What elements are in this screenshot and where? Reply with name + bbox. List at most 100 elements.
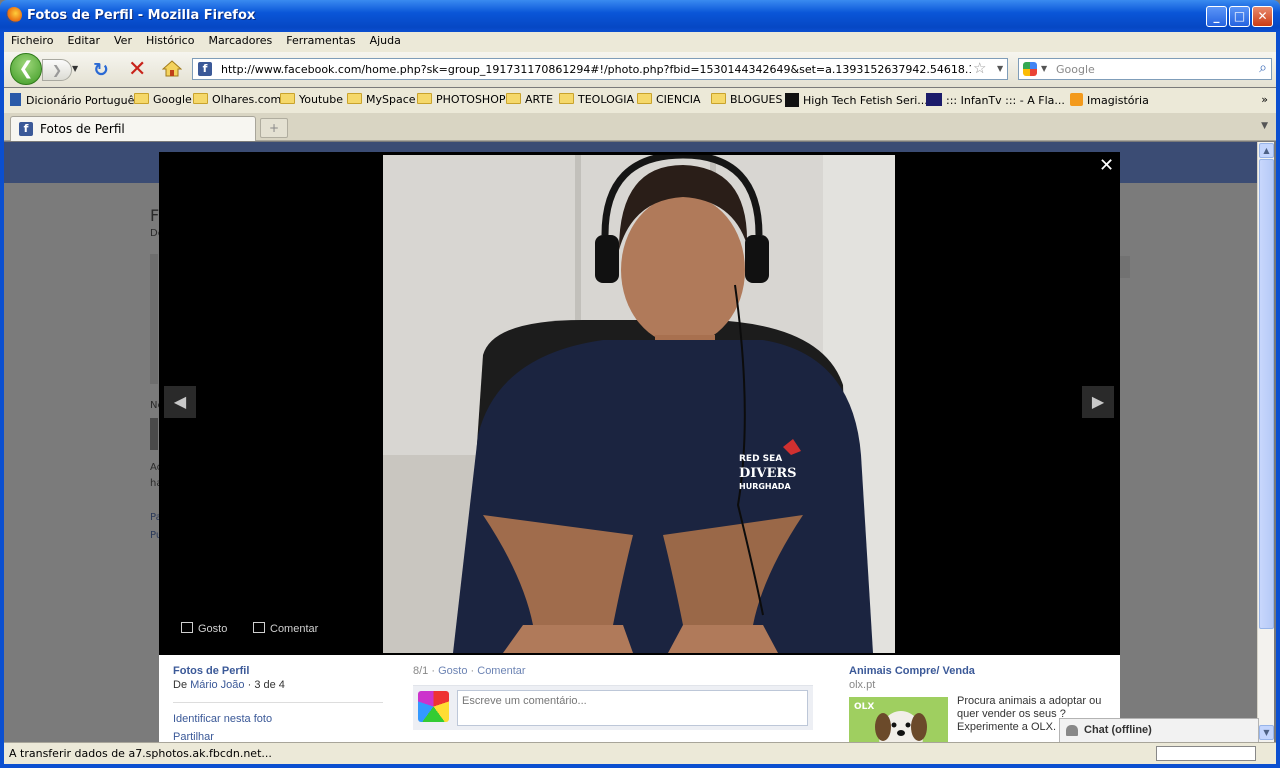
folder-icon [193, 93, 208, 104]
bookmark-blogues[interactable]: BLOGUES [711, 93, 782, 106]
bookmark-photoshop[interactable]: PHOTOSHOP [417, 93, 506, 106]
forward-button[interactable]: ❯ [42, 59, 72, 81]
tab-strip: f Fotos de Perfil + ▼ [4, 113, 1276, 141]
avatar [418, 691, 449, 722]
bookmark-myspace[interactable]: MySpace [347, 93, 416, 106]
search-box[interactable]: ▼ Google ⌕ [1018, 58, 1272, 80]
like-link[interactable]: Gosto [438, 665, 467, 677]
photo-meta: 8/1 · Gosto · Comentar [413, 665, 526, 677]
menu-ferramentas[interactable]: Ferramentas [279, 32, 362, 49]
window-frame-bottom [0, 764, 1280, 768]
comment-bubble-icon [253, 622, 265, 633]
bookmark-star-icon[interactable]: ☆ [973, 59, 986, 77]
bookmarks-toolbar: Dicionário Português Google Olhares.com … [4, 88, 1276, 113]
bookmark-google[interactable]: Google [134, 93, 192, 106]
menu-editar[interactable]: Editar [60, 32, 107, 49]
firefox-icon [6, 7, 22, 23]
minimize-button[interactable]: _ [1206, 6, 1227, 27]
chat-label: Chat (offline) [1084, 724, 1152, 736]
shirt-print-line: RED SEA [739, 454, 782, 464]
menu-marcadores[interactable]: Marcadores [201, 32, 279, 49]
bookmark-ciencia[interactable]: CIENCIA [637, 93, 701, 106]
folder-icon [559, 93, 574, 104]
home-icon[interactable] [162, 60, 182, 77]
menu-historico[interactable]: Histórico [139, 32, 201, 49]
folder-icon [134, 93, 149, 104]
stop-icon[interactable]: ✕ [128, 57, 146, 82]
google-engine-icon[interactable] [1023, 62, 1037, 76]
previous-photo-button[interactable]: ◀ [164, 386, 196, 418]
background-box [150, 254, 158, 384]
url-bar[interactable]: f http://www.facebook.com/home.php?sk=gr… [192, 58, 1008, 80]
folder-icon [506, 93, 521, 104]
menu-ajuda[interactable]: Ajuda [363, 32, 408, 49]
url-dropdown-icon[interactable]: ▼ [997, 64, 1003, 73]
comment-input[interactable]: Escreve um comentário... [457, 690, 808, 726]
bookmark-teologia[interactable]: TEOLOGIA [559, 93, 634, 106]
menu-ficheiro[interactable]: Ficheiro [4, 32, 60, 49]
folder-icon [280, 93, 295, 104]
like-button[interactable]: Gosto [181, 622, 227, 635]
status-text: A transferir dados de a7.sphotos.ak.fbcd… [9, 747, 272, 760]
author-link[interactable]: Mário João [190, 679, 244, 691]
back-button[interactable]: ❮ [10, 53, 42, 85]
tab-list-icon[interactable]: ▼ [1261, 121, 1268, 131]
scroll-down-button[interactable]: ▼ [1259, 725, 1274, 740]
url-text[interactable]: http://www.facebook.com/home.php?sk=grou… [221, 63, 971, 76]
title-bar: Fotos de Perfil - Mozilla Firefox _ □ ✕ [0, 0, 1280, 32]
background-heading: F [150, 206, 160, 225]
divider [173, 702, 383, 703]
maximize-button[interactable]: □ [1229, 6, 1250, 27]
photo-info-panel: Fotos de Perfil De Mário João · 3 de 4 I… [159, 655, 1120, 743]
vertical-scrollbar[interactable]: ▲ ▼ [1257, 142, 1274, 742]
comment-button[interactable]: Comentar [253, 622, 318, 635]
bookmark-high-tech[interactable]: High Tech Fetish Seri... [785, 93, 928, 107]
shirt-print-line: DIVERS [739, 466, 797, 481]
tag-photo-link[interactable]: Identificar nesta foto [173, 713, 272, 725]
album-title-link[interactable]: Fotos de Perfil [173, 665, 249, 677]
search-icon[interactable]: ⌕ [1259, 60, 1267, 76]
bookmark-olhares[interactable]: Olhares.com [193, 93, 281, 106]
profile-photo[interactable]: RED SEA DIVERS HURGHADA [383, 155, 895, 653]
bookmark-youtube[interactable]: Youtube [280, 93, 343, 106]
ad-title-link[interactable]: Animais Compre/ Venda [849, 665, 975, 677]
ad-url: olx.pt [849, 679, 876, 691]
menu-bar: Ficheiro Editar Ver Histórico Marcadores Ferr… [4, 32, 1276, 52]
photo-image: RED SEA DIVERS HURGHADA [383, 155, 895, 653]
chat-bar[interactable]: Chat (offline) [1059, 718, 1259, 742]
photo-date: 8/1 [413, 665, 429, 677]
background-thumb [150, 418, 158, 450]
new-tab-button[interactable]: + [260, 118, 288, 138]
folder-icon [347, 93, 362, 104]
folder-icon [417, 93, 432, 104]
history-dropdown-icon[interactable]: ▼ [72, 64, 78, 73]
shirt-print-line: HURGHADA [739, 482, 791, 491]
site-favicon-icon [926, 93, 942, 106]
folder-icon [711, 93, 726, 104]
facebook-favicon-icon: f [198, 62, 212, 76]
comment-link[interactable]: Comentar [477, 665, 525, 677]
bookmark-infantv[interactable]: ::: InfanTv ::: - A Fla... [926, 93, 1065, 107]
close-window-button[interactable]: ✕ [1252, 6, 1273, 27]
menu-ver[interactable]: Ver [107, 32, 139, 49]
background-box [1120, 256, 1130, 278]
status-bar: A transferir dados de a7.sphotos.ak.fbcd… [4, 742, 1276, 764]
search-engine-dropdown-icon[interactable]: ▼ [1041, 64, 1047, 73]
search-input[interactable]: Google [1056, 63, 1095, 76]
photo-byline: De Mário João · 3 de 4 [173, 679, 285, 691]
bookmarks-overflow-icon[interactable]: » [1261, 93, 1268, 106]
scroll-thumb[interactable] [1259, 159, 1274, 629]
bookmark-dicionario[interactable]: Dicionário Português [10, 93, 140, 107]
scroll-up-button[interactable]: ▲ [1259, 143, 1274, 158]
tab-fotos-de-perfil[interactable]: f Fotos de Perfil [10, 116, 256, 141]
thumbs-up-icon [181, 622, 193, 633]
bookmark-arte[interactable]: ARTE [506, 93, 553, 106]
reload-icon[interactable]: ↻ [93, 59, 109, 81]
dog-image: OLX [849, 697, 948, 742]
bookmark-imagistoria[interactable]: Imagistória [1070, 93, 1149, 107]
close-viewer-icon[interactable]: ✕ [1099, 155, 1114, 176]
folder-icon [637, 93, 652, 104]
next-photo-button[interactable]: ▶ [1082, 386, 1114, 418]
ad-image[interactable]: OLX [849, 697, 948, 742]
progress-bar [1156, 746, 1256, 761]
